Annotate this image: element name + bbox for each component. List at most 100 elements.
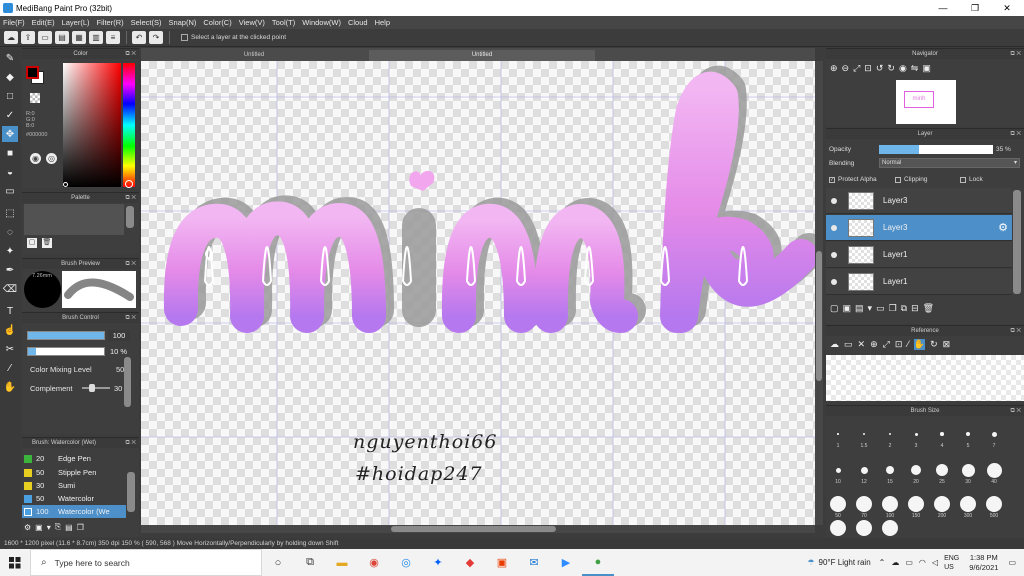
reference-fit-icon[interactable]: ⤢	[883, 339, 890, 350]
weather-text[interactable]: 90°F Light rain	[819, 558, 871, 567]
tab-untitled-1[interactable]: Untitled	[141, 50, 367, 61]
menu-color[interactable]: Color(C)	[203, 18, 231, 27]
color-picker-icon[interactable]: ◎	[46, 153, 57, 164]
new-layer-dropdown-icon[interactable]: ▾	[868, 303, 873, 314]
menu-cloud[interactable]: Cloud	[348, 18, 368, 27]
brush-size-option[interactable]	[991, 431, 997, 437]
bucket-tool-icon[interactable]: ◒	[2, 164, 18, 180]
lasso-tool-icon[interactable]: ◌	[2, 224, 18, 240]
mail-icon[interactable]: ✉	[518, 549, 550, 576]
layer-property-icon[interactable]: ⊟	[911, 303, 919, 314]
complement-slider-handle[interactable]	[89, 384, 95, 392]
edge-icon[interactable]: ◎	[390, 549, 422, 576]
menu-tool[interactable]: Tool(T)	[272, 18, 295, 27]
brush-item-sumi[interactable]: 30 Sumi	[22, 479, 126, 492]
tab-untitled-2[interactable]: Untitled	[369, 50, 595, 61]
maximize-button[interactable]: ❐	[960, 0, 990, 16]
layer-row[interactable]: Layer1	[826, 242, 1012, 268]
visibility-icon[interactable]	[831, 252, 837, 258]
brush-size-option[interactable]	[914, 432, 918, 436]
hue-slider-handle[interactable]	[125, 180, 133, 188]
redo-icon[interactable]: ↷	[149, 31, 163, 44]
brush-size-option[interactable]	[934, 496, 950, 512]
actual-size-icon[interactable]: ⊡	[864, 63, 872, 74]
reference-flip-icon[interactable]: ⊠	[943, 339, 951, 350]
select-eraser-tool-icon[interactable]: ⌫	[2, 281, 18, 297]
brush-size-slider[interactable]	[27, 331, 105, 340]
brush-size-value[interactable]: 100	[108, 330, 130, 341]
hand-tool-icon[interactable]: ✋	[2, 379, 18, 395]
blending-dropdown[interactable]: Normal ▾	[879, 158, 1020, 168]
task-view-icon[interactable]: ⧉	[294, 549, 326, 576]
panel-icon[interactable]: ▥	[89, 31, 103, 44]
menu-view[interactable]: View(V)	[239, 18, 265, 27]
new-layer-icon[interactable]: ▢	[830, 303, 839, 314]
color-wheel-icon[interactable]: ◉	[30, 153, 41, 164]
brush-copy-icon[interactable]: ⎘	[55, 522, 61, 532]
menu-help[interactable]: Help	[375, 18, 390, 27]
visibility-icon[interactable]	[831, 198, 837, 204]
add-palette-icon[interactable]: ▢	[27, 238, 37, 248]
saturation-value-square[interactable]	[63, 63, 121, 187]
brush-opacity-slider[interactable]	[27, 347, 105, 356]
brush-size-option[interactable]	[837, 433, 839, 435]
delete-layer-icon[interactable]: 🗑	[923, 303, 934, 314]
select-layer-checkbox[interactable]	[181, 34, 188, 41]
layer-row-selected[interactable]: Layer3 ⚙	[826, 215, 1012, 241]
text-tool-icon[interactable]: T	[2, 303, 18, 319]
export-icon[interactable]: ⇪	[21, 31, 35, 44]
visibility-icon[interactable]	[831, 279, 837, 285]
brush-size-option[interactable]	[986, 496, 1002, 512]
select-pen-tool-icon[interactable]: ✒	[2, 262, 18, 278]
close-button[interactable]: ✕	[992, 0, 1022, 16]
flip-icon[interactable]: ⇋	[911, 63, 919, 74]
dropbox-icon[interactable]: ✦	[422, 549, 454, 576]
comment-icon[interactable]: ▭	[38, 31, 52, 44]
brush-size-option[interactable]	[908, 496, 924, 512]
chrome-icon[interactable]: ◉	[358, 549, 390, 576]
brush-size-option[interactable]	[835, 467, 841, 473]
navigator-settings-icon[interactable]: ▣	[922, 63, 931, 74]
merge-layer-icon[interactable]: ⧉	[901, 303, 907, 314]
taskbar-search-input[interactable]: ⌕ Type here to search	[30, 549, 262, 576]
gradient-tool-icon[interactable]: ▭	[2, 183, 18, 199]
reference-cloud-icon[interactable]: ☁	[830, 339, 839, 350]
brush-size-option[interactable]	[860, 466, 868, 474]
color-picker-cursor[interactable]	[63, 182, 68, 187]
app-icon-red[interactable]: ◆	[454, 549, 486, 576]
list-icon[interactable]: ≡	[106, 31, 120, 44]
menu-snap[interactable]: Snap(N)	[168, 18, 196, 27]
menu-window[interactable]: Window(W)	[302, 18, 341, 27]
delete-palette-icon[interactable]: 🗑	[42, 238, 52, 248]
brush-size-option[interactable]	[830, 520, 846, 536]
eyedropper-tool-icon[interactable]: ⁄	[2, 360, 18, 376]
magic-wand-tool-icon[interactable]: ✦	[2, 243, 18, 259]
zoom-in-icon[interactable]: ⊕	[830, 63, 838, 74]
reference-open-icon[interactable]: ▭	[844, 339, 853, 350]
reference-hand-icon[interactable]: ✋	[913, 339, 926, 350]
clock[interactable]: 1:38 PM 9/6/2021	[969, 553, 998, 573]
brush-size-option[interactable]	[960, 496, 976, 512]
canvas-horizontal-scrollbar[interactable]	[141, 525, 815, 533]
complement-slider[interactable]	[82, 387, 110, 389]
lock-toggle[interactable]: Lock	[960, 176, 983, 183]
layer-opacity-value[interactable]: 35 %	[996, 146, 1011, 153]
reference-close-icon[interactable]: ✕	[858, 339, 866, 350]
rotate-left-icon[interactable]: ↺	[876, 63, 884, 74]
brush-size-option[interactable]	[882, 496, 898, 512]
protect-alpha-toggle[interactable]: ✓ Protect Alpha	[829, 176, 877, 183]
volume-icon[interactable]: ◁	[932, 558, 938, 567]
brush-list-scrollbar[interactable]	[127, 472, 135, 512]
menu-file[interactable]: File(F)	[3, 18, 25, 27]
menu-filter[interactable]: Filter(R)	[97, 18, 124, 27]
brush-size-option[interactable]	[863, 433, 865, 435]
brush-tool-icon[interactable]: ✎	[2, 50, 18, 66]
grid-icon[interactable]: ▦	[72, 31, 86, 44]
brush-control-scrollbar[interactable]	[124, 357, 131, 407]
brush-size-option[interactable]	[936, 464, 948, 476]
divide-tool-icon[interactable]: ✂	[2, 341, 18, 357]
brush-size-option[interactable]	[830, 496, 846, 512]
navigator-thumbnail[interactable]: minh	[896, 80, 956, 124]
brush-size-option[interactable]	[940, 432, 944, 436]
brush-item-watercolor-wet[interactable]: 100 Watercolor (We	[22, 505, 126, 518]
